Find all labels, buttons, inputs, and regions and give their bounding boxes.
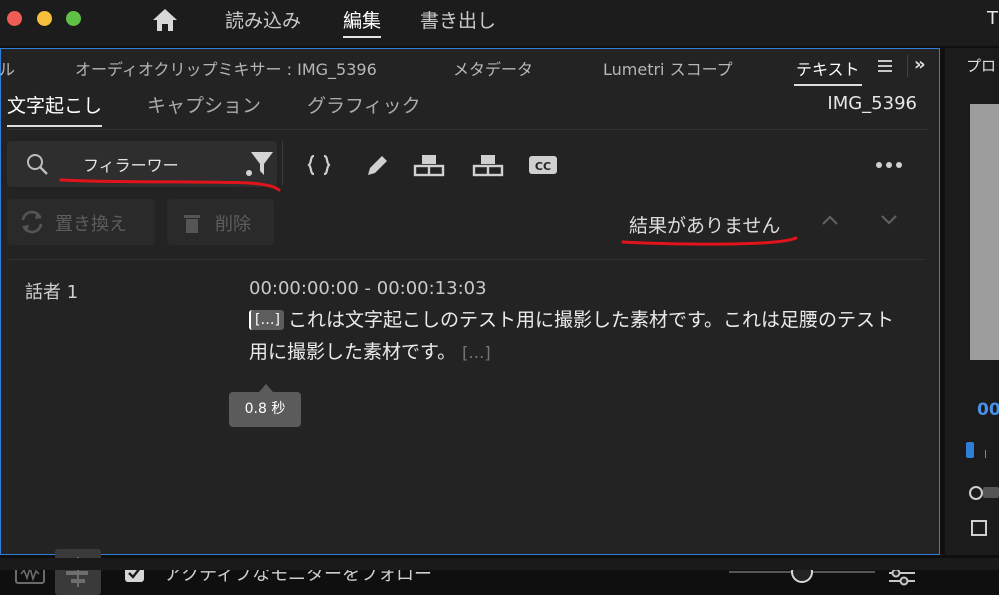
divider [7, 129, 927, 130]
timeline-tick [985, 450, 986, 458]
tab-text[interactable]: テキスト [794, 56, 862, 86]
tab-divider [907, 55, 908, 77]
transcript-segment[interactable]: […] これは文字起こしのテスト用に撮影した素材です。これは足腰のテスト用に撮影し… [249, 304, 899, 369]
divider [9, 259, 925, 260]
replace-icon [21, 210, 43, 234]
merge-down-icon[interactable] [472, 153, 504, 177]
tab-graphics[interactable]: グラフィック [307, 91, 421, 118]
video-preview [970, 104, 999, 360]
program-monitor-tab[interactable]: プロ [966, 55, 996, 76]
minimize-window-button[interactable] [37, 11, 52, 26]
double-chevron-right-icon[interactable]: » [914, 54, 926, 75]
cc-captions-icon[interactable]: CC [528, 153, 558, 177]
split-segment-icon[interactable] [305, 153, 333, 177]
transcript-text[interactable]: これは文字起こしのテスト用に撮影した素材です。これは足腰のテスト用に撮影した素材… [249, 309, 894, 363]
edit-pencil-icon[interactable] [363, 153, 391, 177]
tab-audio-clip-mixer[interactable]: オーディオクリップミキサー : IMG_5396 [75, 56, 377, 80]
red-annotation-underline [621, 236, 798, 246]
red-annotation-underline [59, 178, 281, 192]
more-options-icon[interactable] [875, 161, 903, 169]
menu-import[interactable]: 読み込み [225, 6, 301, 33]
replace-button[interactable]: 置き換え [7, 199, 155, 245]
playhead-timecode[interactable]: 00 [977, 400, 999, 420]
sync-timeline-icon[interactable] [55, 549, 101, 595]
filter-funnel-icon[interactable] [243, 149, 275, 179]
replace-label: 置き換え [55, 214, 127, 235]
delete-label: 削除 [215, 214, 251, 235]
bottom-panel-edge [0, 558, 999, 570]
playhead-marker[interactable] [966, 442, 974, 458]
scrub-bar[interactable] [983, 487, 999, 498]
svg-text:CC: CC [535, 160, 551, 173]
menubar-right-text: T [987, 8, 998, 29]
toolbar-separator [282, 141, 283, 185]
subtab-row: 文字起こし キャプション グラフィック IMG_5396 [1, 83, 939, 127]
program-monitor-panel: プロ 00 [945, 48, 999, 555]
menu-edit[interactable]: 編集 [343, 6, 382, 38]
text-panel: ル オーディオクリップミキサー : IMG_5396 メタデータ Lumetri… [0, 48, 940, 595]
zoom-window-button[interactable] [66, 11, 81, 26]
tab-transcript[interactable]: 文字起こし [7, 91, 103, 127]
merge-up-icon[interactable] [413, 153, 445, 177]
tab-lumetri-scopes[interactable]: Lumetri スコープ [603, 56, 733, 80]
clip-name: IMG_5396 [827, 93, 917, 114]
search-results-status: 結果がありません [629, 215, 781, 237]
tab-captions[interactable]: キャプション [147, 91, 261, 118]
delete-button[interactable]: 削除 [167, 199, 274, 245]
search-input[interactable] [67, 149, 237, 179]
pause-marker[interactable]: […] [249, 310, 284, 330]
tab-metadata[interactable]: メタデータ [453, 56, 533, 80]
chevron-up-icon[interactable] [821, 213, 839, 227]
panel-tab-row: ル オーディオクリップミキサー : IMG_5396 メタデータ Lumetri… [0, 49, 939, 86]
search-icon [27, 154, 48, 175]
trash-icon [184, 215, 200, 233]
safe-margins-icon[interactable] [971, 520, 987, 536]
pause-duration-tooltip: 0.8 秒 [229, 384, 301, 427]
home-icon[interactable] [151, 7, 179, 33]
hamburger-menu-icon[interactable] [878, 60, 892, 72]
tab-truncated[interactable]: ル [0, 56, 15, 80]
speaker-label[interactable]: 話者 1 [25, 278, 78, 304]
close-window-button[interactable] [7, 11, 22, 26]
segment-timecode: 00:00:00:00 - 00:00:13:03 [249, 278, 487, 299]
menu-bar: 読み込み 編集 書き出し T [0, 0, 999, 46]
scrub-handle[interactable] [969, 486, 983, 500]
chevron-down-icon[interactable] [880, 213, 898, 227]
pause-marker-end[interactable]: […] [462, 343, 490, 362]
menu-export[interactable]: 書き出し [420, 6, 496, 33]
